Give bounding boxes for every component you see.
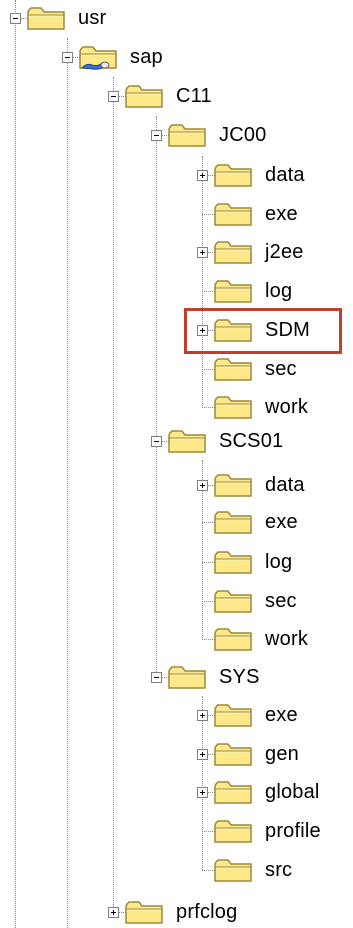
folder-label-log[interactable]: log: [265, 549, 292, 575]
collapse-toggle[interactable]: [108, 91, 119, 102]
expand-toggle[interactable]: [197, 247, 208, 258]
shared-folder-icon[interactable]: [78, 44, 118, 70]
folder-label-data[interactable]: data: [265, 472, 305, 498]
folder-icon[interactable]: [213, 317, 253, 343]
folder-label-j2ee[interactable]: j2ee: [265, 239, 304, 265]
folder-label-sec[interactable]: sec: [265, 588, 297, 614]
collapse-toggle[interactable]: [10, 13, 21, 24]
expand-toggle[interactable]: [197, 170, 208, 181]
folder-label-sdm[interactable]: SDM: [265, 317, 310, 343]
folder-label-global[interactable]: global: [265, 779, 320, 805]
folder-label-profile[interactable]: profile: [265, 818, 321, 844]
expand-toggle[interactable]: [197, 787, 208, 798]
expand-toggle[interactable]: [197, 710, 208, 721]
folder-icon[interactable]: [213, 239, 253, 265]
folder-label-c11[interactable]: C11: [176, 83, 212, 109]
folder-icon[interactable]: [213, 857, 253, 883]
folder-icon[interactable]: [124, 83, 164, 109]
folder-icon[interactable]: [213, 162, 253, 188]
folder-label-exe[interactable]: exe: [265, 702, 298, 728]
folder-icon[interactable]: [213, 278, 253, 304]
expand-toggle[interactable]: [197, 480, 208, 491]
tree-connector-sys: [202, 696, 203, 870]
folder-label-log[interactable]: log: [265, 278, 292, 304]
folder-label-sec[interactable]: sec: [265, 356, 297, 382]
folder-label-exe[interactable]: exe: [265, 509, 298, 535]
collapse-toggle[interactable]: [151, 130, 162, 141]
collapse-toggle[interactable]: [62, 52, 73, 63]
expand-toggle[interactable]: [197, 325, 208, 336]
folder-icon[interactable]: [26, 5, 66, 31]
folder-label-gen[interactable]: gen: [265, 741, 299, 767]
collapse-toggle[interactable]: [151, 436, 162, 447]
folder-tree: usr sap C11 JC00 data exe j2ee log SDM sec work SCS…: [0, 0, 353, 928]
tree-connector-sap: [113, 77, 114, 913]
folder-label-work[interactable]: work: [265, 626, 308, 652]
folder-icon[interactable]: [213, 626, 253, 652]
expand-toggle[interactable]: [197, 749, 208, 760]
folder-icon[interactable]: [213, 472, 253, 498]
folder-label-work[interactable]: work: [265, 394, 308, 420]
folder-icon[interactable]: [167, 122, 207, 148]
folder-icon[interactable]: [213, 549, 253, 575]
folder-label-scs01[interactable]: SCS01: [219, 428, 283, 454]
expand-toggle[interactable]: [108, 907, 119, 918]
folder-icon[interactable]: [124, 899, 164, 925]
collapse-toggle[interactable]: [151, 672, 162, 683]
folder-label-sys[interactable]: SYS: [219, 664, 260, 690]
folder-icon[interactable]: [213, 818, 253, 844]
tree-connector-root: [15, 0, 16, 928]
folder-icon[interactable]: [213, 588, 253, 614]
folder-icon[interactable]: [213, 509, 253, 535]
folder-icon[interactable]: [213, 394, 253, 420]
folder-icon[interactable]: [167, 428, 207, 454]
folder-icon[interactable]: [213, 779, 253, 805]
folder-icon[interactable]: [213, 702, 253, 728]
folder-icon[interactable]: [213, 201, 253, 227]
folder-label-usr[interactable]: usr: [78, 5, 106, 31]
folder-label-src[interactable]: src: [265, 857, 292, 883]
folder-icon[interactable]: [213, 356, 253, 382]
folder-label-data[interactable]: data: [265, 162, 305, 188]
tree-connector-c11: [156, 116, 157, 678]
folder-icon[interactable]: [213, 741, 253, 767]
folder-icon[interactable]: [167, 664, 207, 690]
tree-connector-usr: [67, 38, 68, 928]
folder-label-sap[interactable]: sap: [130, 44, 163, 70]
folder-label-jc00[interactable]: JC00: [219, 122, 267, 148]
folder-label-exe[interactable]: exe: [265, 201, 298, 227]
folder-label-prfclog[interactable]: prfclog: [176, 899, 237, 925]
